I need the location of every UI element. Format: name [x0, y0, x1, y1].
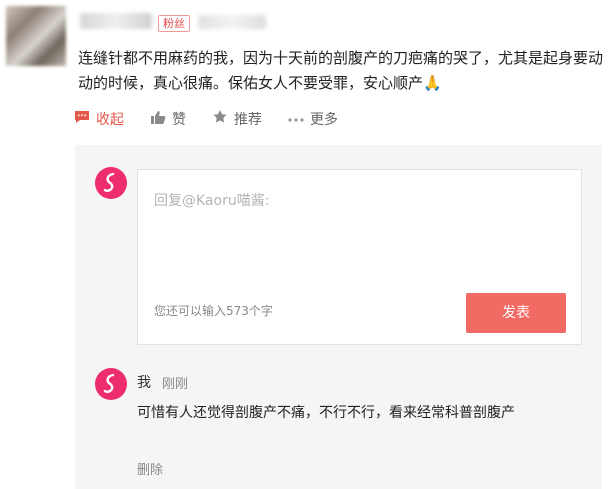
poster-name-blurred[interactable] [80, 13, 152, 29]
poster-avatar[interactable] [6, 6, 66, 66]
more-button[interactable]: 更多 [288, 109, 338, 129]
like-label: 赞 [172, 112, 186, 128]
brand-logo-icon[interactable] [95, 368, 127, 400]
recommend-label: 推荐 [234, 112, 262, 128]
comment-time: 刚刚 [162, 377, 189, 392]
char-counter: 您还可以输入573个字 [154, 304, 273, 318]
post-actions: 收起 赞 推荐 更多 [74, 108, 364, 130]
pin-icon [212, 109, 234, 129]
comment-text: 可惜有人还觉得剖腹产不痛，不行不行，看来经常科普剖腹产 [137, 405, 515, 421]
comment-username[interactable]: 我 [137, 372, 151, 392]
fan-badge: 粉丝 [158, 15, 190, 32]
more-label: 更多 [310, 112, 338, 128]
thumbs-up-icon [150, 110, 172, 129]
delete-button[interactable]: 删除 [137, 459, 163, 478]
comment-icon [74, 110, 96, 128]
brand-logo-icon [95, 167, 127, 199]
reply-textarea[interactable]: 回复@Kaoru喵酱: 您还可以输入573个字 发表 [137, 169, 582, 345]
reply-placeholder: 回复@Kaoru喵酱: [154, 193, 270, 209]
post-meta-blurred [198, 15, 266, 29]
like-button[interactable]: 赞 [150, 109, 186, 129]
post-text: 连缝针都不用麻药的我，因为十天前的剖腹产的刀疤痛的哭了，尤其是起身要动动的时候，… [78, 49, 604, 92]
submit-button[interactable]: 发表 [466, 293, 566, 333]
collapse-label: 收起 [96, 112, 124, 128]
more-dots-icon [288, 111, 310, 127]
recommend-button[interactable]: 推荐 [212, 109, 262, 129]
collapse-button[interactable]: 收起 [74, 109, 124, 129]
